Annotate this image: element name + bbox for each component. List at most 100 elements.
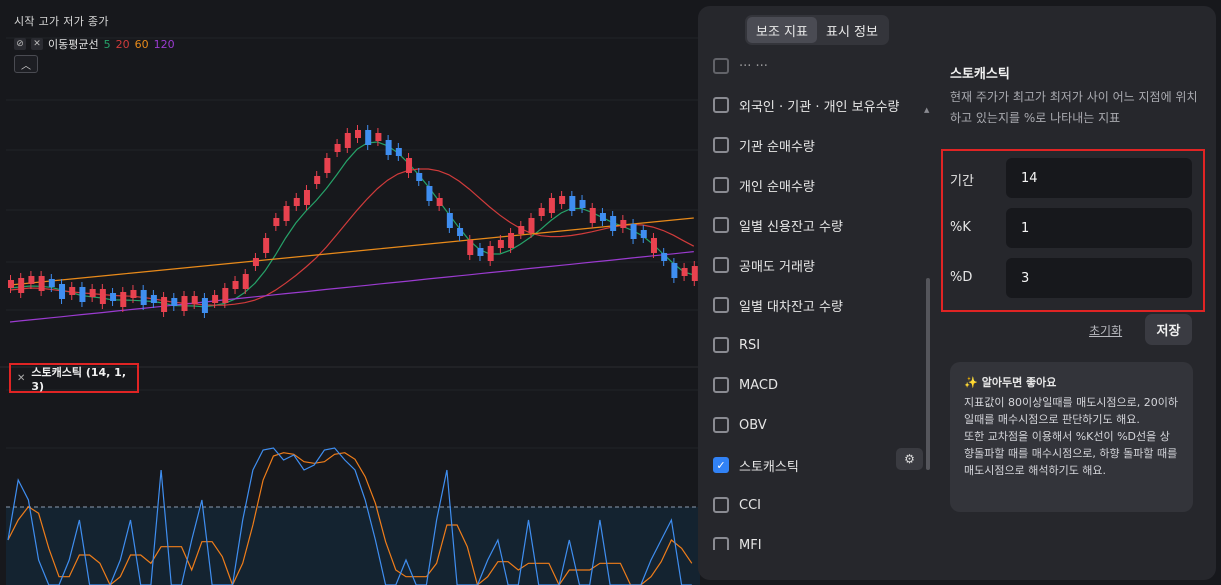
candle-body (48, 279, 55, 287)
candle-body (671, 263, 678, 278)
field-label-d: %D (950, 270, 973, 285)
list-item[interactable]: CCI (713, 495, 761, 515)
list-item[interactable]: 일별 대차잔고 수량 (713, 295, 843, 315)
candle-body (487, 246, 494, 261)
list-item[interactable]: 기관 순매수량 (713, 135, 815, 155)
checkbox[interactable] (713, 537, 729, 550)
list-item[interactable]: 일별 신용잔고 수량 (713, 215, 843, 235)
tip-box: ✨ 알아두면 좋아요 지표값이 80이상일때를 매도시점으로, 20이하일때를 매… (950, 362, 1193, 512)
checkbox[interactable] (713, 97, 729, 113)
list-item[interactable]: 외국인 · 기관 · 개인 보유수량 (713, 95, 900, 115)
indicator-label: CCI (739, 497, 761, 513)
checkbox[interactable] (713, 217, 729, 233)
reset-button[interactable]: 초기화 (1089, 322, 1122, 339)
checkbox-checked[interactable]: ✓ (713, 457, 729, 473)
checkbox[interactable] (713, 297, 729, 313)
scrollbar[interactable] (926, 278, 930, 470)
checkbox[interactable] (713, 257, 729, 273)
tab-display-info[interactable]: 표시 정보 (817, 17, 887, 43)
list-item-partial[interactable]: ··· ··· (713, 56, 768, 76)
indicator-label: 외국인 · 기관 · 개인 보유수량 (739, 99, 900, 115)
candle-body (59, 284, 66, 299)
stochastic-label-text: 스토캐스틱 (14, 1, 3) (31, 365, 126, 393)
indicator-label: OBV (739, 417, 767, 433)
candle-body (446, 213, 453, 228)
collapse-button[interactable]: ︿ (14, 55, 38, 73)
list-item[interactable]: ✓ 스토캐스틱 (713, 455, 799, 475)
close-icon[interactable]: ✕ (31, 38, 43, 50)
candle-body (283, 206, 290, 221)
close-icon[interactable]: ✕ (17, 373, 25, 384)
candle-body (79, 287, 86, 302)
checkbox[interactable] (713, 497, 729, 513)
list-item[interactable]: MACD (713, 375, 778, 395)
stochastic-indicator-label: ✕ 스토캐스틱 (14, 1, 3) (9, 363, 139, 393)
list-item[interactable]: MFI (713, 535, 762, 550)
tip-text-2: 또한 교차점을 이용해서 %K선이 %D선을 상향돌파할 때를 매수시점으로, … (964, 430, 1178, 477)
field-label-period: 기간 (950, 174, 974, 189)
candle-body (548, 198, 555, 213)
ma-period-5: 5 (103, 37, 111, 51)
indicator-title: 스토캐스틱 (950, 67, 1010, 82)
checkbox[interactable] (713, 137, 729, 153)
period-field[interactable]: 14 (1006, 158, 1192, 198)
candle-body (630, 224, 637, 239)
d-field[interactable]: 3 (1006, 258, 1192, 298)
indicator-settings-panel: 보조 지표 표시 정보 ··· ··· 외국인 · 기관 · 개인 보유수량 기… (698, 6, 1216, 580)
checkbox[interactable] (713, 417, 729, 433)
list-item[interactable]: OBV (713, 415, 767, 435)
field-label-k: %K (950, 220, 971, 235)
candle-body (18, 278, 25, 293)
candle-body (375, 133, 382, 141)
checkbox[interactable] (713, 337, 729, 353)
candle-body (222, 288, 229, 303)
indicator-label: 기관 순매수량 (739, 139, 815, 155)
list-item[interactable]: 공매도 거래량 (713, 255, 815, 275)
candle-body (191, 296, 198, 304)
candle-body (69, 287, 76, 295)
candle-body (140, 290, 147, 305)
candle-body (181, 296, 188, 311)
candle-body (395, 148, 402, 156)
scroll-up-icon[interactable]: ▲ (924, 106, 929, 114)
indicator-label: 스토캐스틱 (739, 459, 799, 475)
indicator-label: 공매도 거래량 (739, 259, 815, 275)
candle-body (130, 290, 137, 298)
save-button[interactable]: 저장 (1145, 314, 1192, 345)
panel-tabs: 보조 지표 표시 정보 (745, 15, 889, 45)
ma5-line (9, 141, 694, 308)
candle-body (150, 295, 157, 303)
eye-slash-icon[interactable]: ⊘ (14, 38, 26, 50)
candle-body (355, 130, 361, 138)
candle-body (508, 233, 515, 248)
indicator-label: 일별 신용잔고 수량 (739, 219, 843, 235)
candle-body (201, 298, 208, 313)
candle-body (528, 218, 535, 233)
candle-body (212, 295, 219, 303)
candle-body (324, 158, 331, 173)
candle-body (599, 213, 606, 221)
candle-body (38, 276, 45, 291)
indicator-list: ··· ··· 외국인 · 기관 · 개인 보유수량 기관 순매수량 개인 순매… (698, 50, 933, 550)
candle-body (385, 140, 392, 155)
candle-body (161, 297, 168, 312)
candle-body (467, 240, 474, 255)
candle-body (365, 130, 372, 145)
checkbox[interactable] (713, 177, 729, 193)
list-item[interactable]: 개인 순매수량 (713, 175, 815, 195)
checkbox[interactable] (713, 58, 729, 74)
ma20-line (9, 168, 695, 306)
list-item[interactable]: RSI (713, 335, 760, 355)
candle-body (110, 293, 117, 301)
k-field[interactable]: 1 (1006, 208, 1192, 248)
tab-indicators[interactable]: 보조 지표 (747, 17, 817, 43)
candle-body (426, 186, 433, 201)
indicator-label: 개인 순매수량 (739, 179, 815, 195)
candle-body (477, 248, 484, 256)
indicator-detail: 스토캐스틱 현재 주가가 최고가 최저가 사이 어느 지점에 위치하고 있는지를… (941, 6, 1210, 580)
checkbox[interactable] (713, 377, 729, 393)
gear-icon[interactable]: ⚙ (896, 448, 923, 470)
candle-body (538, 208, 545, 216)
sparkle-icon: ✨ (964, 376, 978, 389)
ohlc-label: 시작 고가 저가 종가 (14, 15, 109, 28)
